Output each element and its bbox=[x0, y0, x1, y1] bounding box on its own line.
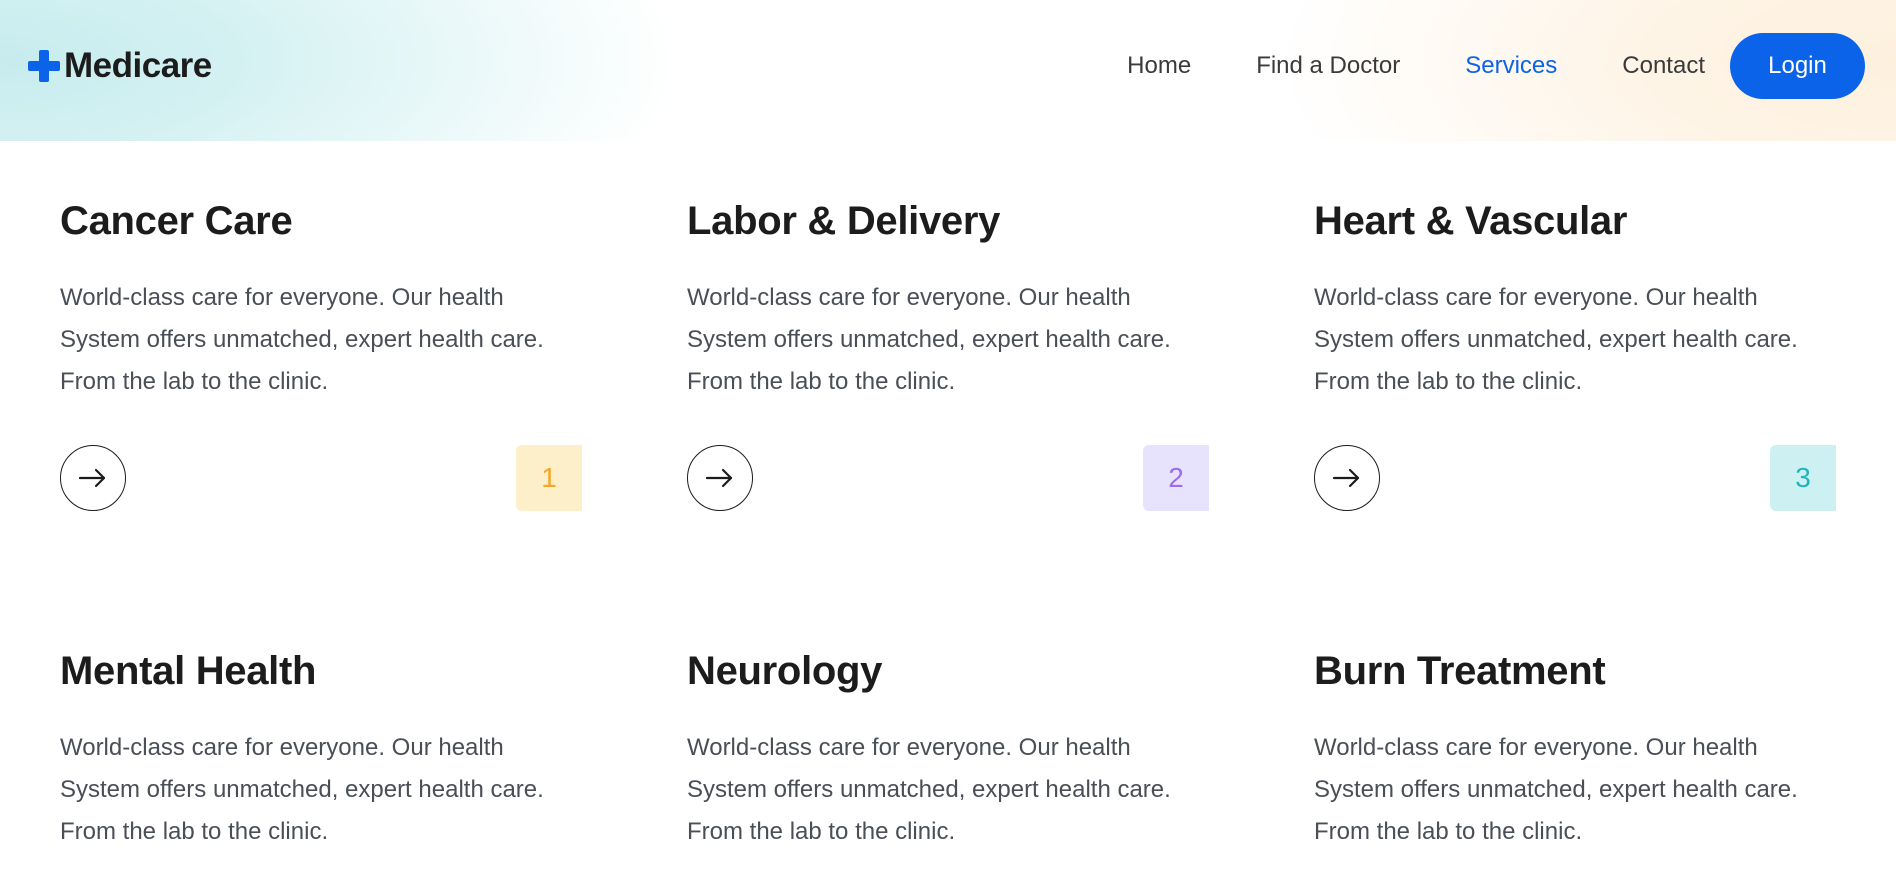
service-description: World-class care for everyone. Our healt… bbox=[1314, 734, 1798, 845]
service-title: Cancer Care bbox=[60, 199, 293, 243]
service-description: World-class care for everyone. Our healt… bbox=[687, 284, 1171, 395]
main-nav: Home Find a Doctor Services Contact Logi… bbox=[1127, 33, 1865, 99]
service-link-button[interactable] bbox=[60, 445, 126, 511]
service-card-footer: 1 bbox=[60, 445, 582, 511]
service-link-button[interactable] bbox=[687, 445, 753, 511]
service-card-neurology: Neurology World-class care for everyone.… bbox=[687, 645, 1209, 853]
service-title: Burn Treatment bbox=[1314, 649, 1606, 693]
service-card-footer: 2 bbox=[687, 445, 1209, 511]
service-title: Labor & Delivery bbox=[687, 199, 1001, 243]
service-description: World-class care for everyone. Our healt… bbox=[60, 284, 544, 395]
service-description: World-class care for everyone. Our healt… bbox=[60, 734, 544, 845]
site-header: Medicare Home Find a Doctor Services Con… bbox=[0, 0, 1896, 141]
nav-item-services[interactable]: Services bbox=[1465, 52, 1557, 80]
service-description: World-class care for everyone. Our healt… bbox=[687, 734, 1171, 845]
nav-item-contact[interactable]: Contact bbox=[1622, 52, 1705, 80]
nav-item-home[interactable]: Home bbox=[1127, 52, 1191, 80]
service-card-mental-health: Mental Health World-class care for every… bbox=[60, 645, 582, 853]
service-card-footer: 3 bbox=[1314, 445, 1836, 511]
medical-cross-icon bbox=[28, 50, 60, 82]
login-button[interactable]: Login bbox=[1730, 33, 1865, 99]
brand-name: Medicare bbox=[64, 46, 212, 85]
service-card-heart-vascular: Heart & Vascular World-class care for ev… bbox=[1314, 195, 1836, 511]
service-card-burn-treatment: Burn Treatment World-class care for ever… bbox=[1314, 645, 1836, 853]
service-title: Neurology bbox=[687, 649, 883, 693]
nav-item-find-a-doctor[interactable]: Find a Doctor bbox=[1256, 52, 1400, 80]
service-number-badge: 3 bbox=[1770, 445, 1836, 511]
service-title: Heart & Vascular bbox=[1314, 199, 1628, 243]
service-description: World-class care for everyone. Our healt… bbox=[1314, 284, 1798, 395]
service-card-labor-delivery: Labor & Delivery World-class care for ev… bbox=[687, 195, 1209, 511]
service-card-cancer-care: Cancer Care World-class care for everyon… bbox=[60, 195, 582, 511]
arrow-right-icon bbox=[1333, 468, 1360, 488]
brand-logo[interactable]: Medicare bbox=[28, 46, 212, 86]
service-title: Mental Health bbox=[60, 649, 317, 693]
arrow-right-icon bbox=[79, 468, 106, 488]
service-link-button[interactable] bbox=[1314, 445, 1380, 511]
service-number-badge: 1 bbox=[516, 445, 582, 511]
service-number-badge: 2 bbox=[1143, 445, 1209, 511]
arrow-right-icon bbox=[706, 468, 733, 488]
